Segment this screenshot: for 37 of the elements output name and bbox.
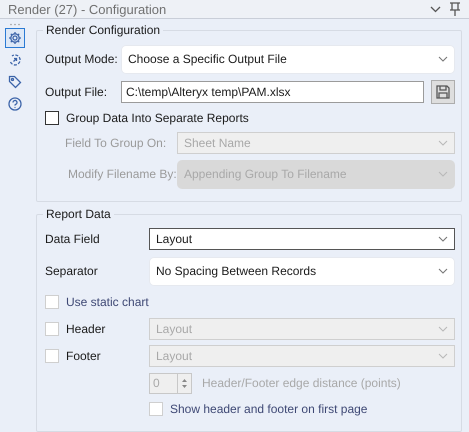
data-field-dropdown[interactable]: Layout xyxy=(149,228,455,250)
checkbox-label: Use static chart xyxy=(66,295,149,309)
chevron-down-icon xyxy=(438,352,448,358)
field-label: Output Mode: xyxy=(45,52,119,66)
chevron-down-icon xyxy=(438,140,448,146)
field-label: Separator xyxy=(45,264,99,278)
output-file-field[interactable]: C:\temp\Alteryx temp\PAM.xlsx xyxy=(121,81,424,103)
settings-icon xyxy=(8,31,22,45)
field-label: Field To Group On: xyxy=(65,136,168,150)
group-title: Report Data xyxy=(43,207,114,221)
checkbox[interactable] xyxy=(45,111,59,125)
field-label: Modify Filename By: xyxy=(68,167,177,181)
chevron-down-icon xyxy=(438,268,448,274)
panel-title: Render (27) - Configuration xyxy=(8,2,168,16)
field-label: Data Field xyxy=(45,232,101,246)
save-button[interactable] xyxy=(431,80,455,104)
checkbox-label: Group Data Into Separate Reports xyxy=(66,111,249,125)
checkbox-label: Header xyxy=(66,322,106,336)
chevron-down-icon xyxy=(438,236,448,242)
circular-arrow-icon xyxy=(8,53,22,67)
chevron-down-icon xyxy=(438,56,448,62)
checkbox-label: Footer xyxy=(66,348,102,362)
output-mode-dropdown[interactable]: Choose a Specific Output File xyxy=(121,44,455,74)
group-title: Render Configuration xyxy=(43,23,164,37)
chevron-down-icon[interactable] xyxy=(430,6,441,12)
spinner-arrows-icon xyxy=(181,378,188,388)
spinner-label: Header/Footer edge distance (points) xyxy=(202,376,401,390)
save-icon xyxy=(435,84,451,100)
field-label: Output File: xyxy=(45,85,108,99)
sidebar-tab[interactable] xyxy=(5,28,25,48)
tag-icon xyxy=(8,75,22,89)
pin-icon[interactable] xyxy=(449,2,461,16)
chevron-down-icon xyxy=(438,326,448,332)
help-icon xyxy=(8,97,22,111)
separator-dropdown[interactable]: No Spacing Between Records xyxy=(149,256,455,286)
checkbox-label: Show header and footer on first page xyxy=(170,402,368,416)
chevron-down-icon xyxy=(438,171,448,177)
